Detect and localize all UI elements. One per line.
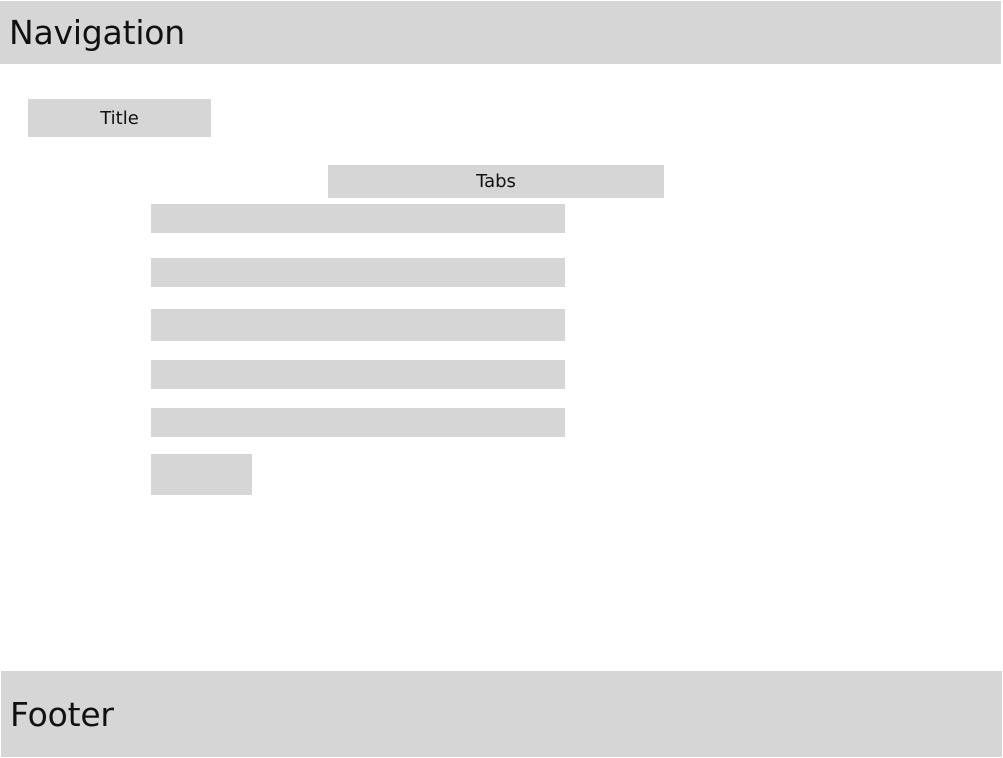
footer-label: Footer <box>10 694 114 734</box>
footer-bar: Footer <box>1 671 1002 757</box>
content-field[interactable] <box>151 309 565 341</box>
navigation-bar: Navigation <box>0 1 1001 64</box>
content-field[interactable] <box>151 360 565 389</box>
content-field[interactable] <box>151 204 565 233</box>
content-field[interactable] <box>151 258 565 287</box>
content-field[interactable] <box>151 408 565 437</box>
tabs-bar[interactable]: Tabs <box>328 165 664 198</box>
action-button[interactable] <box>151 454 252 495</box>
page-title: Title <box>28 99 211 137</box>
tabs-label: Tabs <box>476 171 516 192</box>
page-title-label: Title <box>100 107 139 129</box>
navigation-label: Navigation <box>9 13 185 52</box>
